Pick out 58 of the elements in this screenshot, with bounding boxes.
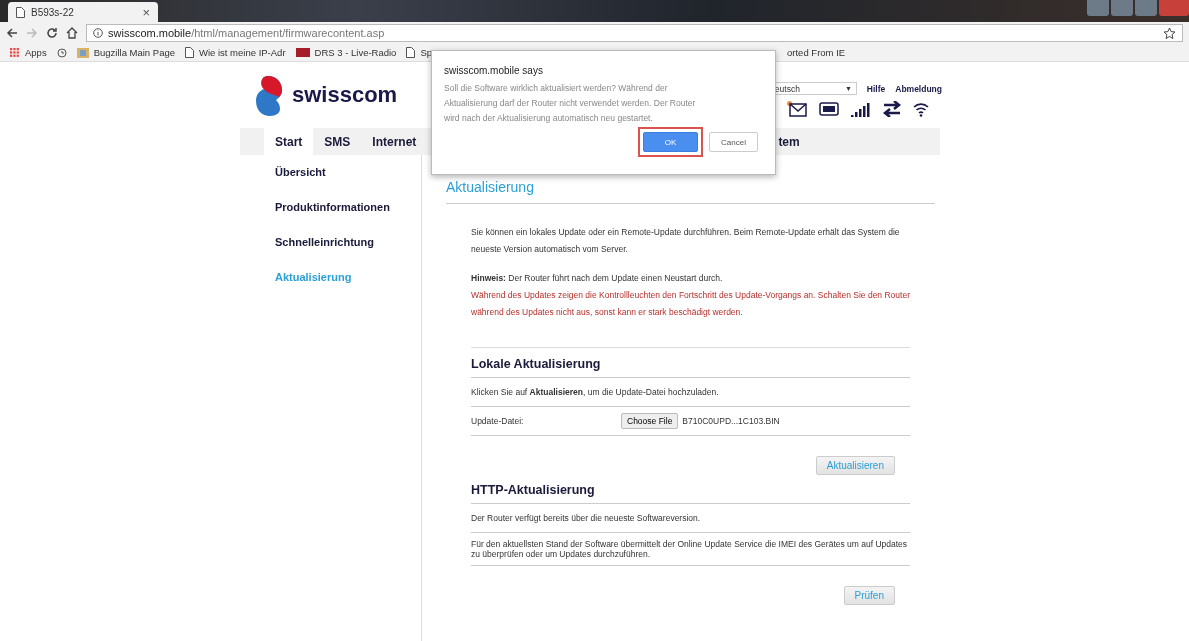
maximize-button[interactable] [1135,0,1157,16]
nav-tab[interactable]: SMS [313,128,362,155]
bookmark[interactable]: DRS 3 - Live-Radio [295,47,397,58]
url-path: /html/management/firmwarecontent.asp [191,27,385,39]
nav-tab[interactable]: Start [264,128,314,155]
bookmark[interactable]: Wie ist meine IP-Adr [185,47,286,58]
history-icon [56,47,67,58]
reload-icon[interactable] [46,27,58,39]
home-icon[interactable] [66,27,78,39]
instruction-text: Klicken Sie auf Aktualisieren, um die Update-Datei hochzuladen. [471,387,719,397]
choose-file-button[interactable]: Choose File [621,413,679,429]
intro-text: Sie können ein lokales Update oder ein Remote-Update durchführen. Beim Remote-Update erhält das System die neueste Version automatisch vom Server. [471,226,901,256]
info-text: Für den aktuellsten Stand der Software übermittelt der Online Update Service die IMEI des Gerätes um auf Updates zu überprüfen oder um Updates durchzuführen. [471,539,909,559]
sidebar-item[interactable]: Übersicht [275,165,421,179]
radio-logo-icon [295,48,310,57]
bookmark-star-icon[interactable] [1163,26,1176,40]
sidebar-item[interactable]: Schnelleinrichtung [275,235,421,249]
dialog-message: Soll die Software wirklich aktualisiert werden? Während der Aktualisierung darf der Router nicht verwendet werden. Der Router wird nach der Aktualisierung automatisch neu gestartet. [444,82,697,125]
status-text: Der Router verfügt bereits über die neueste Softwareversion. [471,513,701,523]
swisscom-logo-icon [254,74,284,116]
apps-grid-icon [10,47,20,58]
info-icon [93,28,103,38]
header-link[interactable]: Abmeldung [895,83,942,94]
sidebar-item[interactable]: Produktinformationen [275,200,421,214]
tab-title: B593s-22 [31,6,75,18]
page-icon [406,47,416,58]
page-icon [185,47,194,58]
brand-name: swisscom [292,82,398,108]
url-host: swisscom.mobile [108,27,192,39]
bookmark[interactable]: Apps [10,47,47,58]
dialog-button[interactable]: Cancel [709,132,758,152]
tab-close-button[interactable]: × [142,4,150,20]
bookmark[interactable]: Bugzilla Main Page [76,47,175,58]
close-button[interactable] [1159,0,1189,16]
minimize-button[interactable] [1111,0,1133,16]
folder-icon [76,47,89,58]
forward-icon[interactable] [26,27,38,39]
bookmark[interactable]: orted From IE [787,47,846,58]
address-bar[interactable]: swisscom.mobile/html/management/firmwarecontent.asp [86,24,1183,42]
header-link[interactable]: Hilfe [866,83,886,94]
warning-text: Während des Updates zeigen die Kontrollleuchten den Fortschritt des Update-Vorgangs an. Schalten Sie den Router während des Updates nicht aus, sonst kann er stark beschädigt werden. [471,289,910,319]
mail-icon [786,101,807,117]
sim-card-icon [818,101,839,117]
transfer-arrows-icon [882,101,901,117]
page-icon [16,6,25,18]
field-label: Update-Datei: [471,416,525,426]
page-heading: Aktualisierung [446,179,935,204]
browser-tab[interactable]: B593s-22 × [8,2,158,22]
wifi-icon [912,101,929,117]
nav-tab[interactable]: Internet [361,128,428,155]
section-heading: Lokale Aktualisierung [471,357,910,378]
section-heading: HTTP-Aktualisierung [471,483,910,504]
back-icon[interactable] [6,27,18,39]
user-button[interactable] [1087,0,1109,16]
file-name: B710C0UPD...1C103.BIN [682,416,780,426]
dialog-title: swisscom.mobile says [444,65,544,76]
signal-icon [850,101,871,117]
hint-text: Hinweis: Der Router führt nach dem Update einen Neustart durch. [471,272,724,285]
